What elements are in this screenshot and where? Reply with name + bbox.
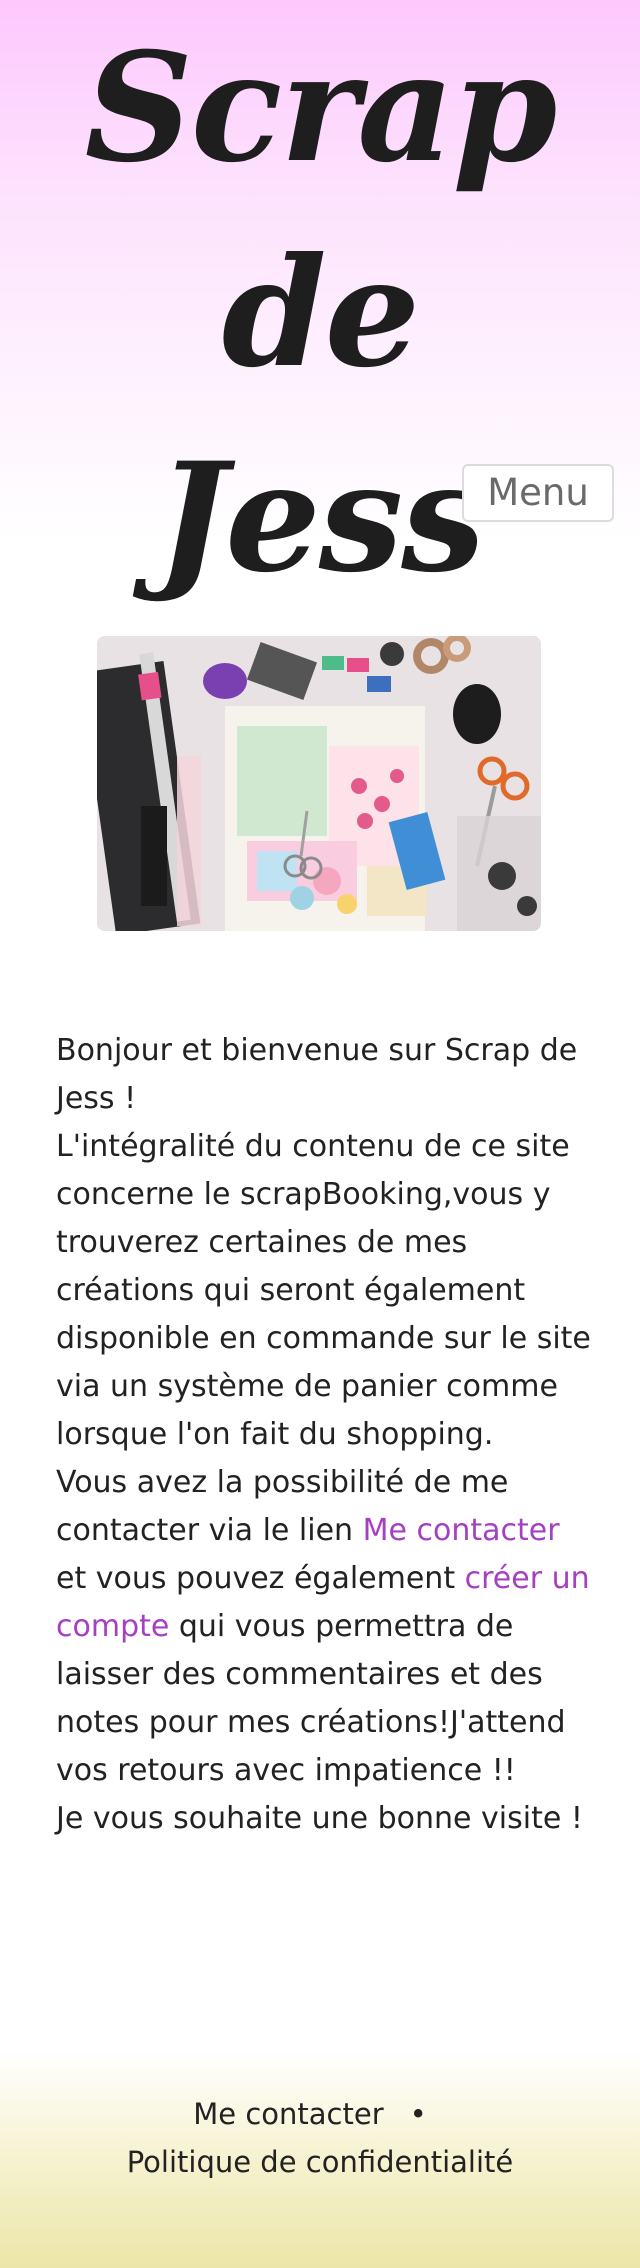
contact-link[interactable]: Me contacter (363, 1513, 560, 1548)
site-title-line2: Jess (156, 430, 485, 606)
footer-privacy-link[interactable]: Politique de confidentialité (127, 2145, 514, 2179)
site-title-line1: Scrap de (84, 20, 558, 401)
scrapbooking-tools-photo (97, 636, 541, 931)
site-title[interactable]: Scrap de Jess (0, 0, 640, 621)
footer-contact-link[interactable]: Me contacter (193, 2097, 383, 2131)
hero-image (97, 636, 541, 931)
description-paragraph: L'intégralité du contenu de ce site conc… (56, 1129, 591, 1452)
contact-text-middle: et vous pouvez également (56, 1561, 465, 1596)
welcome-text: Bonjour et bienvenue sur Scrap de Jess !… (56, 1027, 596, 1843)
welcome-paragraph: Bonjour et bienvenue sur Scrap de Jess ! (56, 1033, 578, 1116)
menu-button[interactable]: Menu (462, 464, 614, 522)
footer-links: Me contacter • Politique de confidentiali… (0, 2090, 640, 2186)
site-header: Scrap de Jess Menu (0, 0, 640, 606)
goodbye-paragraph: Je vous souhaite une bonne visite ! (56, 1801, 583, 1836)
footer-separator: • (409, 2097, 427, 2131)
site-footer: Me contacter • Politique de confidentiali… (0, 2050, 640, 2268)
contact-paragraph: Vous avez la possibilité de me contacter… (56, 1459, 596, 1795)
